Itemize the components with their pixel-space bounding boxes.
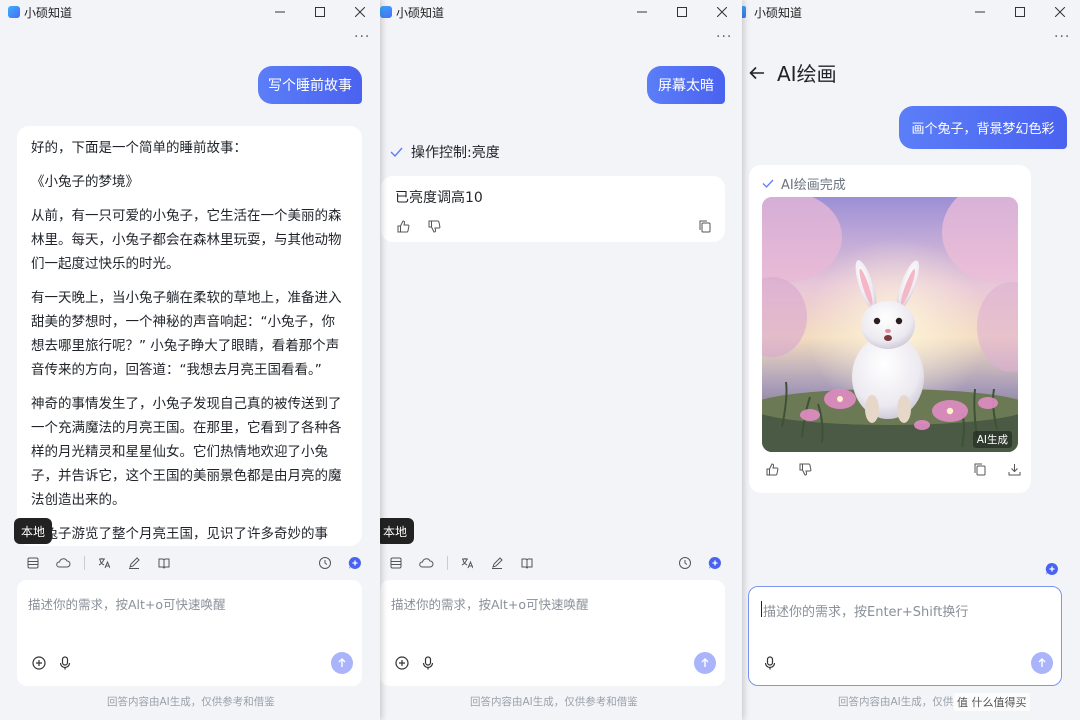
reply-paragraph: 有一天晚上，当小兔子躺在柔软的草地上，准备进入甜美的梦想时，一个神秘的声音响起：… <box>31 290 342 378</box>
operation-status: 操作控制:亮度 <box>390 142 500 162</box>
input-placeholder: 描述你的需求，按Alt+o可快速唤醒 <box>28 597 226 612</box>
tooltip: 本地 <box>380 518 414 544</box>
new-chat-icon[interactable] <box>1044 561 1060 577</box>
assistant-reply-card: AI绘画完成 AI生成 <box>749 165 1031 493</box>
chat-input[interactable]: 描述你的需求，按Alt+o可快速唤醒 <box>380 580 725 686</box>
ai-generated-badge: AI生成 <box>972 431 1012 448</box>
reply-paragraph: 从前，有一只可爱的小兔子，它生活在一个美丽的森林里。每天，小兔子都会在森林里玩耍… <box>31 208 342 272</box>
right-window: 小硕知道 ··· AI绘画 画个兔子，背景梦幻色彩 AI绘画完成 AI生成 描述… <box>742 0 1080 720</box>
disclaimer-footer: 回答内容由AI生成，仅供参考和借鉴 <box>107 696 275 708</box>
thumbs-up-icon[interactable] <box>764 461 780 477</box>
back-arrow-icon[interactable] <box>749 66 765 80</box>
toolbar-divider <box>447 556 448 570</box>
microphone-icon[interactable] <box>420 655 436 671</box>
maximize-icon[interactable] <box>662 0 702 24</box>
status-text: AI绘画完成 <box>781 178 846 193</box>
send-button[interactable] <box>694 652 716 674</box>
app-logo-icon <box>742 6 746 18</box>
status-text: 操作控制:亮度 <box>411 145 500 161</box>
copy-icon[interactable] <box>972 461 988 477</box>
watermark: 值 什么值得买 <box>954 693 1030 711</box>
generated-image[interactable]: AI生成 <box>762 197 1018 452</box>
chat-input[interactable]: 描述你的需求，按Enter+Shift换行 <box>748 586 1062 686</box>
cloud-icon[interactable] <box>415 552 437 574</box>
translate-icon[interactable] <box>456 552 478 574</box>
title-bar: 小硕知道 <box>380 0 742 24</box>
thumbs-down-icon[interactable] <box>426 218 442 234</box>
text-cursor <box>761 601 762 617</box>
assistant-reply-card: 好的，下面是一个简单的睡前故事： 《小兔子的梦境》 从前，有一只可爱的小兔子，它… <box>17 126 362 546</box>
input-placeholder: 描述你的需求，按Enter+Shift换行 <box>763 605 969 620</box>
reply-paragraph: 好的，下面是一个简单的睡前故事： <box>31 140 247 156</box>
reply-paragraph: 《小兔子的梦境》 <box>31 174 139 190</box>
disclaimer-footer: 回答内容由AI生成，仅供参考和借鉴 <box>470 696 638 708</box>
title-bar: 小硕知道 <box>0 0 380 24</box>
more-options-icon[interactable]: ··· <box>716 29 732 45</box>
send-button[interactable] <box>331 652 353 674</box>
reply-paragraph: 神奇的事情发生了，小兔子发现自己真的被传送到了一个充满魔法的月亮王国。在那里，它… <box>31 396 342 508</box>
thumbs-up-icon[interactable] <box>395 218 411 234</box>
more-options-icon[interactable]: ··· <box>354 29 370 45</box>
tooltip: 本地 <box>14 518 52 544</box>
window-title: 小硕知道 <box>24 5 73 20</box>
rabbit-illustration <box>762 197 1018 452</box>
minimize-icon[interactable] <box>260 0 300 24</box>
title-bar: 小硕知道 <box>742 0 1080 24</box>
new-chat-icon[interactable] <box>344 552 366 574</box>
assistant-reply-card: 已亮度调高10 <box>381 176 725 242</box>
maximize-icon[interactable] <box>1000 0 1040 24</box>
drawing-status: AI绘画完成 <box>762 174 846 193</box>
send-button[interactable] <box>1031 652 1053 674</box>
add-icon[interactable] <box>31 655 47 671</box>
user-message-bubble: 屏幕太暗 <box>647 66 725 104</box>
input-toolbar <box>385 548 726 578</box>
cloud-icon[interactable] <box>52 552 74 574</box>
app-logo-icon <box>8 6 20 18</box>
add-icon[interactable] <box>394 655 410 671</box>
book-icon[interactable] <box>516 552 538 574</box>
toolbar-divider <box>84 556 85 570</box>
window-title: 小硕知道 <box>396 5 445 20</box>
app-logo-icon <box>380 6 392 18</box>
history-icon[interactable] <box>674 552 696 574</box>
input-toolbar <box>22 548 366 578</box>
minimize-icon[interactable] <box>622 0 662 24</box>
check-icon <box>390 147 403 157</box>
thumbs-down-icon[interactable] <box>797 461 813 477</box>
edit-icon[interactable] <box>123 552 145 574</box>
book-icon[interactable] <box>153 552 175 574</box>
local-icon[interactable] <box>385 552 407 574</box>
translate-icon[interactable] <box>93 552 115 574</box>
download-icon[interactable] <box>1006 461 1022 477</box>
close-icon[interactable] <box>702 0 742 24</box>
window-title: 小硕知道 <box>754 5 803 20</box>
reply-text: 已亮度调高10 <box>395 190 483 206</box>
page-header: AI绘画 <box>749 58 837 87</box>
minimize-icon[interactable] <box>960 0 1000 24</box>
new-chat-icon[interactable] <box>704 552 726 574</box>
user-message-bubble: 写个睡前故事 <box>258 66 362 104</box>
maximize-icon[interactable] <box>300 0 340 24</box>
input-placeholder: 描述你的需求，按Alt+o可快速唤醒 <box>391 597 589 612</box>
close-icon[interactable] <box>1040 0 1080 24</box>
edit-icon[interactable] <box>486 552 508 574</box>
chat-input[interactable]: 描述你的需求，按Alt+o可快速唤醒 <box>17 580 362 686</box>
disclaimer-footer: 回答内容由AI生成，仅供 <box>838 696 954 708</box>
reply-paragraph: 小兔子游览了整个月亮王国，见识了许多奇妙的事物。 <box>31 526 328 542</box>
left-window: 小硕知道 ··· 写个睡前故事 好的，下面是一个简单的睡前故事： 《小兔子的梦境… <box>0 0 380 720</box>
check-icon <box>762 179 774 188</box>
history-icon[interactable] <box>314 552 336 574</box>
close-icon[interactable] <box>340 0 380 24</box>
page-title: AI绘画 <box>777 62 837 86</box>
copy-icon[interactable] <box>697 218 713 234</box>
microphone-icon[interactable] <box>57 655 73 671</box>
microphone-icon[interactable] <box>762 655 778 671</box>
user-message-bubble: 画个兔子，背景梦幻色彩 <box>899 106 1067 149</box>
more-options-icon[interactable]: ··· <box>1054 29 1070 45</box>
local-icon[interactable] <box>22 552 44 574</box>
middle-window: 小硕知道 ··· 屏幕太暗 操作控制:亮度 已亮度调高10 本地 描述你的需求，… <box>380 0 742 720</box>
